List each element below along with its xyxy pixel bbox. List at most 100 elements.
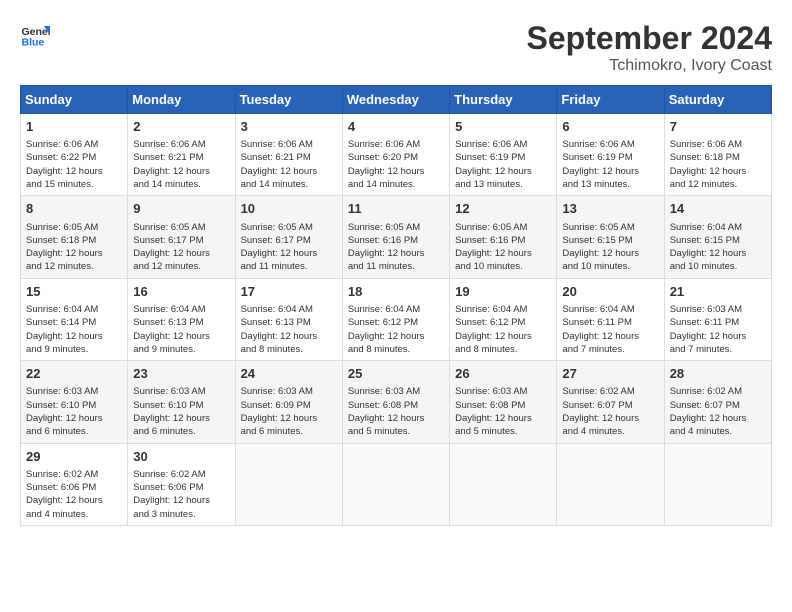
sunset-text: Sunset: 6:17 PM — [241, 235, 311, 246]
calendar-cell — [557, 443, 664, 525]
daylight-label: Daylight: 12 hours — [26, 248, 103, 259]
page-header: General Blue September 2024 Tchimokro, I… — [20, 20, 772, 75]
weekday-header-saturday: Saturday — [664, 86, 771, 114]
sunset-text: Sunset: 6:09 PM — [241, 400, 311, 411]
sunset-text: Sunset: 6:13 PM — [241, 317, 311, 328]
sunset-text: Sunset: 6:16 PM — [455, 235, 525, 246]
svg-text:Blue: Blue — [22, 37, 45, 49]
calendar-cell: 8Sunrise: 6:05 AMSunset: 6:18 PMDaylight… — [21, 196, 128, 278]
daylight-label: Daylight: 12 hours — [348, 331, 425, 342]
daylight-label: Daylight: 12 hours — [133, 166, 210, 177]
sunset-text: Sunset: 6:11 PM — [562, 317, 632, 328]
daylight-minutes: and 6 minutes. — [133, 426, 195, 437]
sunrise-text: Sunrise: 6:03 AM — [133, 386, 205, 397]
sunrise-text: Sunrise: 6:04 AM — [26, 304, 98, 315]
day-number: 28 — [670, 365, 766, 383]
sunset-text: Sunset: 6:11 PM — [670, 317, 740, 328]
daylight-label: Daylight: 12 hours — [348, 166, 425, 177]
sunset-text: Sunset: 6:17 PM — [133, 235, 203, 246]
day-number: 12 — [455, 200, 551, 218]
calendar-cell: 18Sunrise: 6:04 AMSunset: 6:12 PMDayligh… — [342, 278, 449, 360]
weekday-header-monday: Monday — [128, 86, 235, 114]
day-number: 2 — [133, 118, 229, 136]
daylight-label: Daylight: 12 hours — [241, 248, 318, 259]
day-number: 23 — [133, 365, 229, 383]
sunrise-text: Sunrise: 6:03 AM — [670, 304, 742, 315]
sunset-text: Sunset: 6:18 PM — [670, 152, 740, 163]
calendar-cell — [342, 443, 449, 525]
daylight-label: Daylight: 12 hours — [241, 331, 318, 342]
day-number: 14 — [670, 200, 766, 218]
daylight-minutes: and 6 minutes. — [26, 426, 88, 437]
calendar-cell: 22Sunrise: 6:03 AMSunset: 6:10 PMDayligh… — [21, 361, 128, 443]
sunrise-text: Sunrise: 6:06 AM — [562, 139, 634, 150]
day-number: 18 — [348, 283, 444, 301]
daylight-minutes: and 9 minutes. — [26, 344, 88, 355]
daylight-label: Daylight: 12 hours — [562, 248, 639, 259]
calendar-cell: 14Sunrise: 6:04 AMSunset: 6:15 PMDayligh… — [664, 196, 771, 278]
calendar-cell: 23Sunrise: 6:03 AMSunset: 6:10 PMDayligh… — [128, 361, 235, 443]
daylight-label: Daylight: 12 hours — [670, 331, 747, 342]
day-number: 8 — [26, 200, 122, 218]
calendar-cell: 28Sunrise: 6:02 AMSunset: 6:07 PMDayligh… — [664, 361, 771, 443]
daylight-minutes: and 8 minutes. — [348, 344, 410, 355]
sunrise-text: Sunrise: 6:02 AM — [562, 386, 634, 397]
calendar-cell: 12 Sunrise: 6:05 AM Sunset: 6:16 PM Dayligh… — [450, 196, 557, 278]
calendar-cell: 13Sunrise: 6:05 AMSunset: 6:15 PMDayligh… — [557, 196, 664, 278]
daylight-label: Daylight: 12 hours — [670, 248, 747, 259]
calendar-cell: 26Sunrise: 6:03 AMSunset: 6:08 PMDayligh… — [450, 361, 557, 443]
day-number: 1 — [26, 118, 122, 136]
sunrise-text: Sunrise: 6:06 AM — [670, 139, 742, 150]
daylight-minutes: and 13 minutes. — [562, 179, 630, 190]
daylight-minutes: and 14 minutes. — [348, 179, 416, 190]
sunset-text: Sunset: 6:19 PM — [455, 152, 525, 163]
calendar-cell: 15Sunrise: 6:04 AMSunset: 6:14 PMDayligh… — [21, 278, 128, 360]
sunrise-text: Sunrise: 6:05 AM — [455, 222, 527, 233]
sunrise-text: Sunrise: 6:04 AM — [670, 222, 742, 233]
daylight-label: Daylight: 12 hours — [133, 331, 210, 342]
sunrise-text: Sunrise: 6:04 AM — [348, 304, 420, 315]
daylight-minutes: and 5 minutes. — [455, 426, 517, 437]
daylight-label: Daylight: 12 hours — [455, 248, 532, 259]
day-number: 15 — [26, 283, 122, 301]
calendar-cell — [450, 443, 557, 525]
day-number: 9 — [133, 200, 229, 218]
calendar-table: SundayMondayTuesdayWednesdayThursdayFrid… — [20, 85, 772, 526]
daylight-minutes: and 10 minutes. — [455, 261, 523, 272]
daylight-label: Daylight: 12 hours — [133, 413, 210, 424]
week-row-5: 29Sunrise: 6:02 AMSunset: 6:06 PMDayligh… — [21, 443, 772, 525]
calendar-cell: 11Sunrise: 6:05 AMSunset: 6:16 PMDayligh… — [342, 196, 449, 278]
sunset-text: Sunset: 6:14 PM — [26, 317, 96, 328]
day-number: 22 — [26, 365, 122, 383]
sunset-text: Sunset: 6:19 PM — [562, 152, 632, 163]
daylight-label: Daylight: 12 hours — [670, 166, 747, 177]
weekday-header-row: SundayMondayTuesdayWednesdayThursdayFrid… — [21, 86, 772, 114]
calendar-cell: 4Sunrise: 6:06 AMSunset: 6:20 PMDaylight… — [342, 114, 449, 196]
calendar-cell: 30Sunrise: 6:02 AMSunset: 6:06 PMDayligh… — [128, 443, 235, 525]
month-title: September 2024 — [527, 20, 772, 57]
calendar-cell: 24Sunrise: 6:03 AMSunset: 6:09 PMDayligh… — [235, 361, 342, 443]
weekday-header-friday: Friday — [557, 86, 664, 114]
weekday-header-tuesday: Tuesday — [235, 86, 342, 114]
daylight-minutes: and 10 minutes. — [562, 261, 630, 272]
location-title: Tchimokro, Ivory Coast — [527, 57, 772, 75]
calendar-cell: 29Sunrise: 6:02 AMSunset: 6:06 PMDayligh… — [21, 443, 128, 525]
daylight-minutes: and 14 minutes. — [133, 179, 201, 190]
sunrise-text: Sunrise: 6:05 AM — [241, 222, 313, 233]
week-row-1: 1 Sunrise: 6:06 AM Sunset: 6:22 PM Daylight… — [21, 114, 772, 196]
calendar-cell: 5Sunrise: 6:06 AMSunset: 6:19 PMDaylight… — [450, 114, 557, 196]
sunrise-text: Sunrise: 6:04 AM — [241, 304, 313, 315]
calendar-cell: 3Sunrise: 6:06 AMSunset: 6:21 PMDaylight… — [235, 114, 342, 196]
sunset-text: Sunset: 6:16 PM — [348, 235, 418, 246]
sunset-text: Sunset: 6:21 PM — [133, 152, 203, 163]
week-row-4: 22Sunrise: 6:03 AMSunset: 6:10 PMDayligh… — [21, 361, 772, 443]
daylight-minutes: and 4 minutes. — [26, 509, 88, 520]
day-number: 7 — [670, 118, 766, 136]
calendar-cell: 7 Sunrise: 6:06 AM Sunset: 6:18 PM Daylight… — [664, 114, 771, 196]
daylight-label: Daylight: 12 hours — [562, 166, 639, 177]
calendar-cell: 6Sunrise: 6:06 AMSunset: 6:19 PMDaylight… — [557, 114, 664, 196]
sunrise-text: Sunrise: 6:05 AM — [133, 222, 205, 233]
daylight-label: Daylight: 12 hours — [241, 166, 318, 177]
sunset-text: Sunset: 6:22 PM — [26, 152, 96, 163]
day-number: 16 — [133, 283, 229, 301]
